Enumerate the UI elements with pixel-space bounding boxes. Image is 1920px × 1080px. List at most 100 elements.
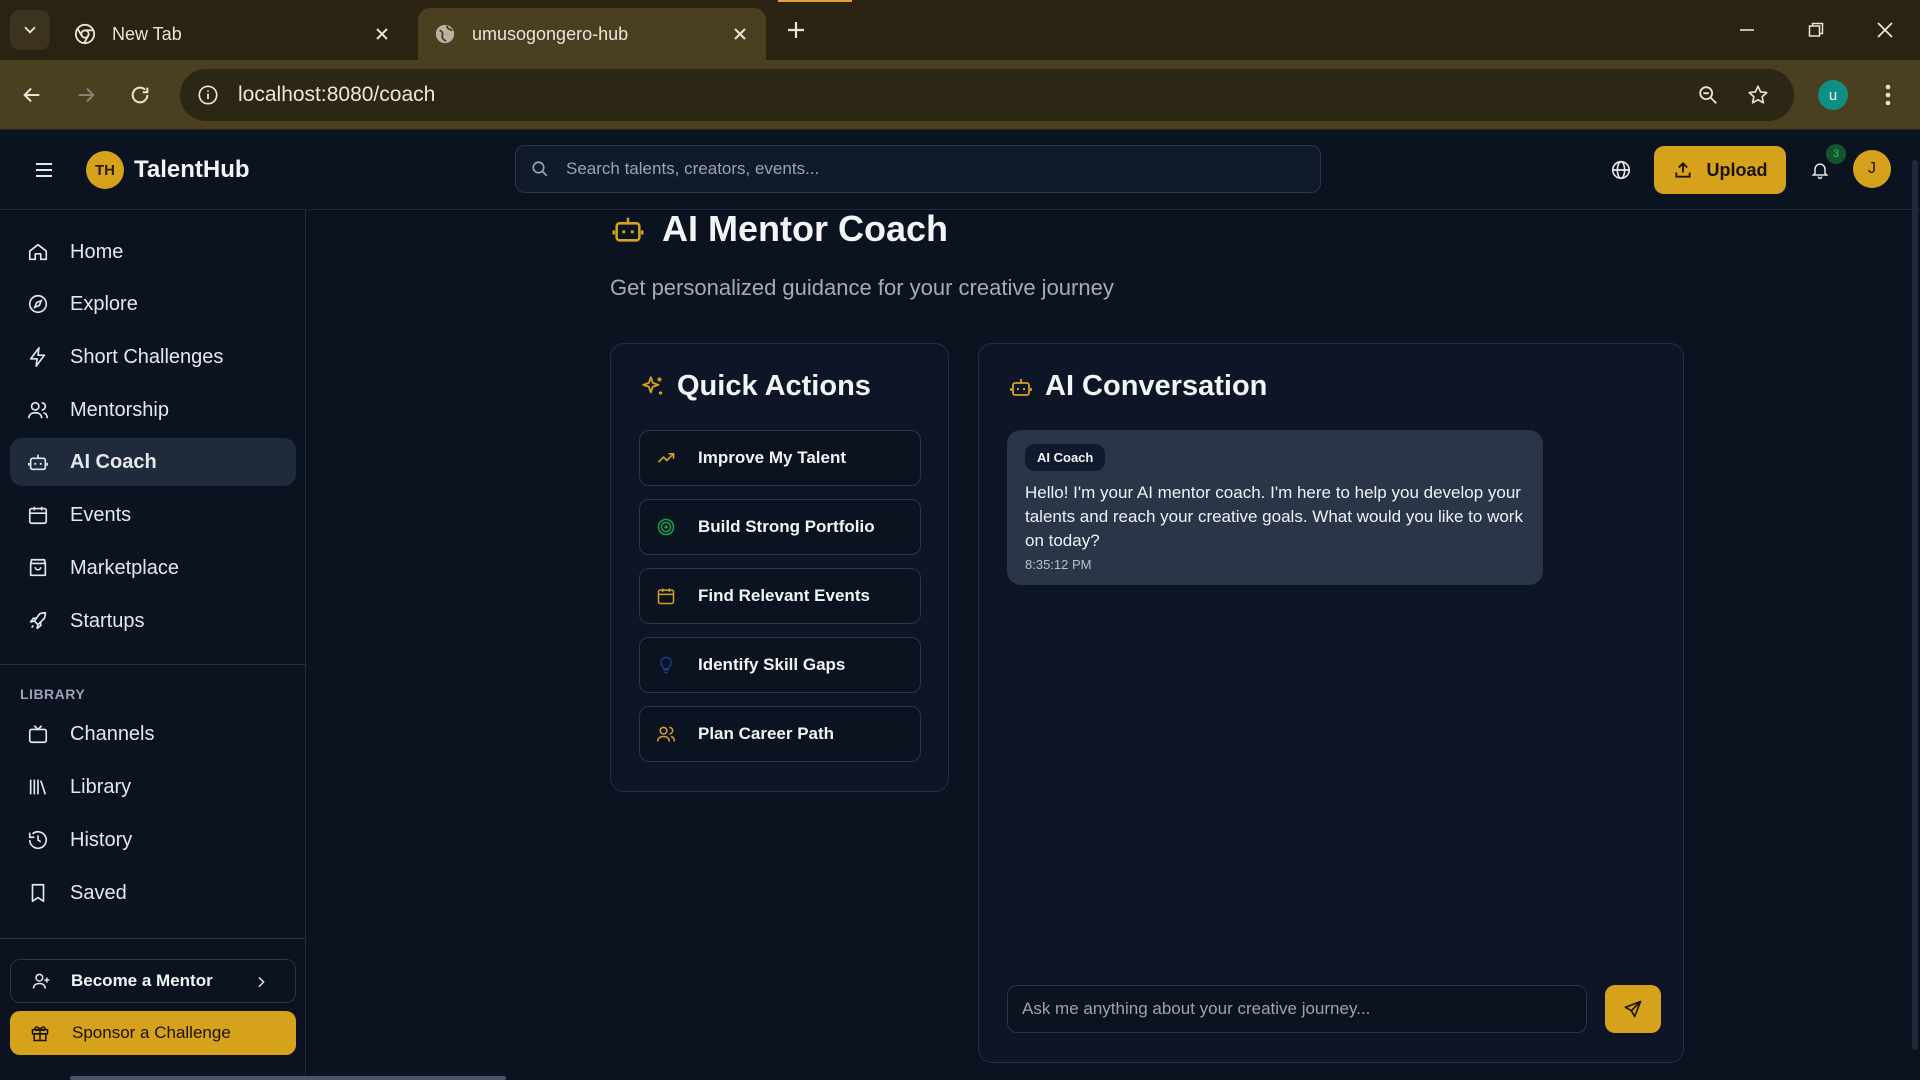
language-button[interactable] [1603, 152, 1639, 188]
sidebar-item-explore[interactable]: Explore [10, 280, 296, 328]
close-icon[interactable] [728, 22, 752, 46]
browser-tab-bar: New Tab umusogongero-hub [0, 0, 1920, 60]
sidebar-item-label: Home [70, 240, 124, 263]
sidebar-item-library[interactable]: Library [10, 763, 296, 811]
chat-input[interactable] [1007, 985, 1587, 1033]
sender-badge: AI Coach [1025, 444, 1106, 471]
search-bar[interactable]: Search talents, creators, events... [515, 145, 1321, 193]
tab-loading-indicator [778, 0, 852, 2]
improve-my-talent-button[interactable]: Improve My Talent [639, 430, 921, 486]
sidebar-item-label: Explore [70, 292, 138, 315]
address-bar[interactable]: localhost:8080/coach [180, 69, 1794, 121]
gift-icon [28, 1021, 52, 1045]
sidebar-divider [0, 938, 306, 939]
logo-badge[interactable]: TH [86, 151, 124, 189]
minimize-icon [1740, 29, 1754, 31]
sidebar-item-events[interactable]: Events [10, 491, 296, 539]
plus-icon [788, 22, 804, 38]
sponsor-challenge-button[interactable]: Sponsor a Challenge [10, 1011, 296, 1055]
reload-button[interactable] [122, 77, 158, 113]
restore-button[interactable] [1800, 14, 1832, 46]
become-mentor-button[interactable]: Become a Mentor [10, 959, 296, 1003]
tab-title: New Tab [112, 23, 182, 44]
sidebar-item-label: Events [70, 503, 132, 526]
browser-menu-button[interactable] [1870, 77, 1906, 113]
sidebar-item-mentorship[interactable]: Mentorship [10, 386, 296, 434]
find-relevant-events-button[interactable]: Find Relevant Events [639, 568, 921, 624]
identify-skill-gaps-button[interactable]: Identify Skill Gaps [639, 637, 921, 693]
user-avatar[interactable]: J [1853, 150, 1891, 188]
star-icon[interactable] [1740, 77, 1776, 113]
browser-profile-avatar[interactable]: u [1818, 80, 1848, 110]
upload-button[interactable]: Upload [1654, 146, 1786, 194]
tv-icon [24, 720, 52, 748]
sidebar-item-startups[interactable]: Startups [10, 597, 296, 645]
sidebar-item-home[interactable]: Home [10, 228, 296, 276]
quick-action-label: Improve My Talent [698, 448, 846, 467]
message-timestamp: 8:35:12 PM [1025, 557, 1092, 572]
sidebar-item-short-challenges[interactable]: Short Challenges [10, 333, 296, 381]
build-strong-portfolio-button[interactable]: Build Strong Portfolio [639, 499, 921, 555]
send-icon [1624, 1000, 1642, 1018]
close-window-button[interactable] [1869, 14, 1901, 46]
search-icon [528, 157, 552, 181]
quick-action-label: Find Relevant Events [698, 586, 870, 605]
chevron-down-icon [24, 26, 36, 34]
bookmark-icon [24, 879, 52, 907]
sidebar-item-ai-coach[interactable]: AI Coach [10, 438, 296, 486]
shopping-bag-icon [24, 554, 52, 582]
sidebar-item-label: Startups [70, 609, 145, 632]
forward-button[interactable] [68, 77, 104, 113]
tab-new-tab[interactable]: New Tab [58, 8, 408, 60]
upload-icon [1674, 162, 1691, 178]
sidebar-item-label: Library [70, 775, 132, 798]
chrome-icon [74, 23, 96, 45]
sidebar-item-label: Marketplace [70, 556, 179, 579]
more-vertical-icon [1885, 84, 1891, 106]
sidebar-item-channels[interactable]: Channels [10, 710, 296, 758]
back-button[interactable] [14, 77, 50, 113]
zoom-icon[interactable] [1690, 77, 1726, 113]
quick-action-label: Identify Skill Gaps [698, 655, 846, 674]
sidebar-horizontal-scrollbar[interactable] [70, 1076, 506, 1080]
rocket-icon [24, 607, 52, 635]
sidebar: Home Explore Short Challenges Mentorship… [0, 210, 306, 1080]
site-info-icon[interactable] [190, 77, 226, 113]
sidebar-item-label: Saved [70, 881, 127, 904]
users-icon [654, 722, 678, 746]
ai-conversation-card: AI Conversation AI Coach Hello! I'm your… [978, 343, 1684, 1063]
sparkles-icon [639, 373, 667, 401]
lightbulb-icon [654, 653, 678, 677]
sidebar-item-history[interactable]: History [10, 816, 296, 864]
tab-title: umusogongero-hub [472, 23, 629, 44]
sidebar-divider [0, 664, 306, 665]
restore-icon [1808, 22, 1824, 37]
page-title: AI Mentor Coach [662, 208, 949, 249]
send-button[interactable] [1605, 985, 1661, 1033]
globe-icon [434, 23, 456, 45]
tab-umusogongero-hub[interactable]: umusogongero-hub [418, 8, 766, 60]
sidebar-toggle-button[interactable] [26, 152, 62, 188]
history-icon [24, 826, 52, 854]
target-icon [654, 515, 678, 539]
browser-toolbar: localhost:8080/coach u [0, 60, 1920, 130]
minimize-button[interactable] [1731, 14, 1763, 46]
page-vertical-scrollbar[interactable] [1912, 160, 1918, 1050]
tab-search-button[interactable] [10, 10, 50, 50]
logo-name[interactable]: TalentHub [134, 156, 250, 184]
new-tab-button[interactable] [780, 14, 812, 46]
close-icon [1877, 22, 1893, 38]
quick-action-label: Plan Career Path [698, 724, 835, 743]
ai-conversation-header: AI Conversation [1007, 370, 1267, 403]
message-text: Hello! I'm your AI mentor coach. I'm her… [1025, 483, 1523, 550]
url-text: localhost:8080/coach [238, 83, 436, 106]
become-mentor-label: Become a Mentor [71, 971, 213, 990]
sidebar-item-marketplace[interactable]: Marketplace [10, 544, 296, 592]
app-header: TH TalentHub Search talents, creators, e… [0, 130, 1920, 210]
chevron-right-icon [249, 970, 273, 994]
sidebar-item-saved[interactable]: Saved [10, 869, 296, 917]
plan-career-path-button[interactable]: Plan Career Path [639, 706, 921, 762]
close-icon[interactable] [370, 22, 394, 46]
robot-icon [24, 448, 52, 476]
menu-icon [36, 163, 52, 177]
